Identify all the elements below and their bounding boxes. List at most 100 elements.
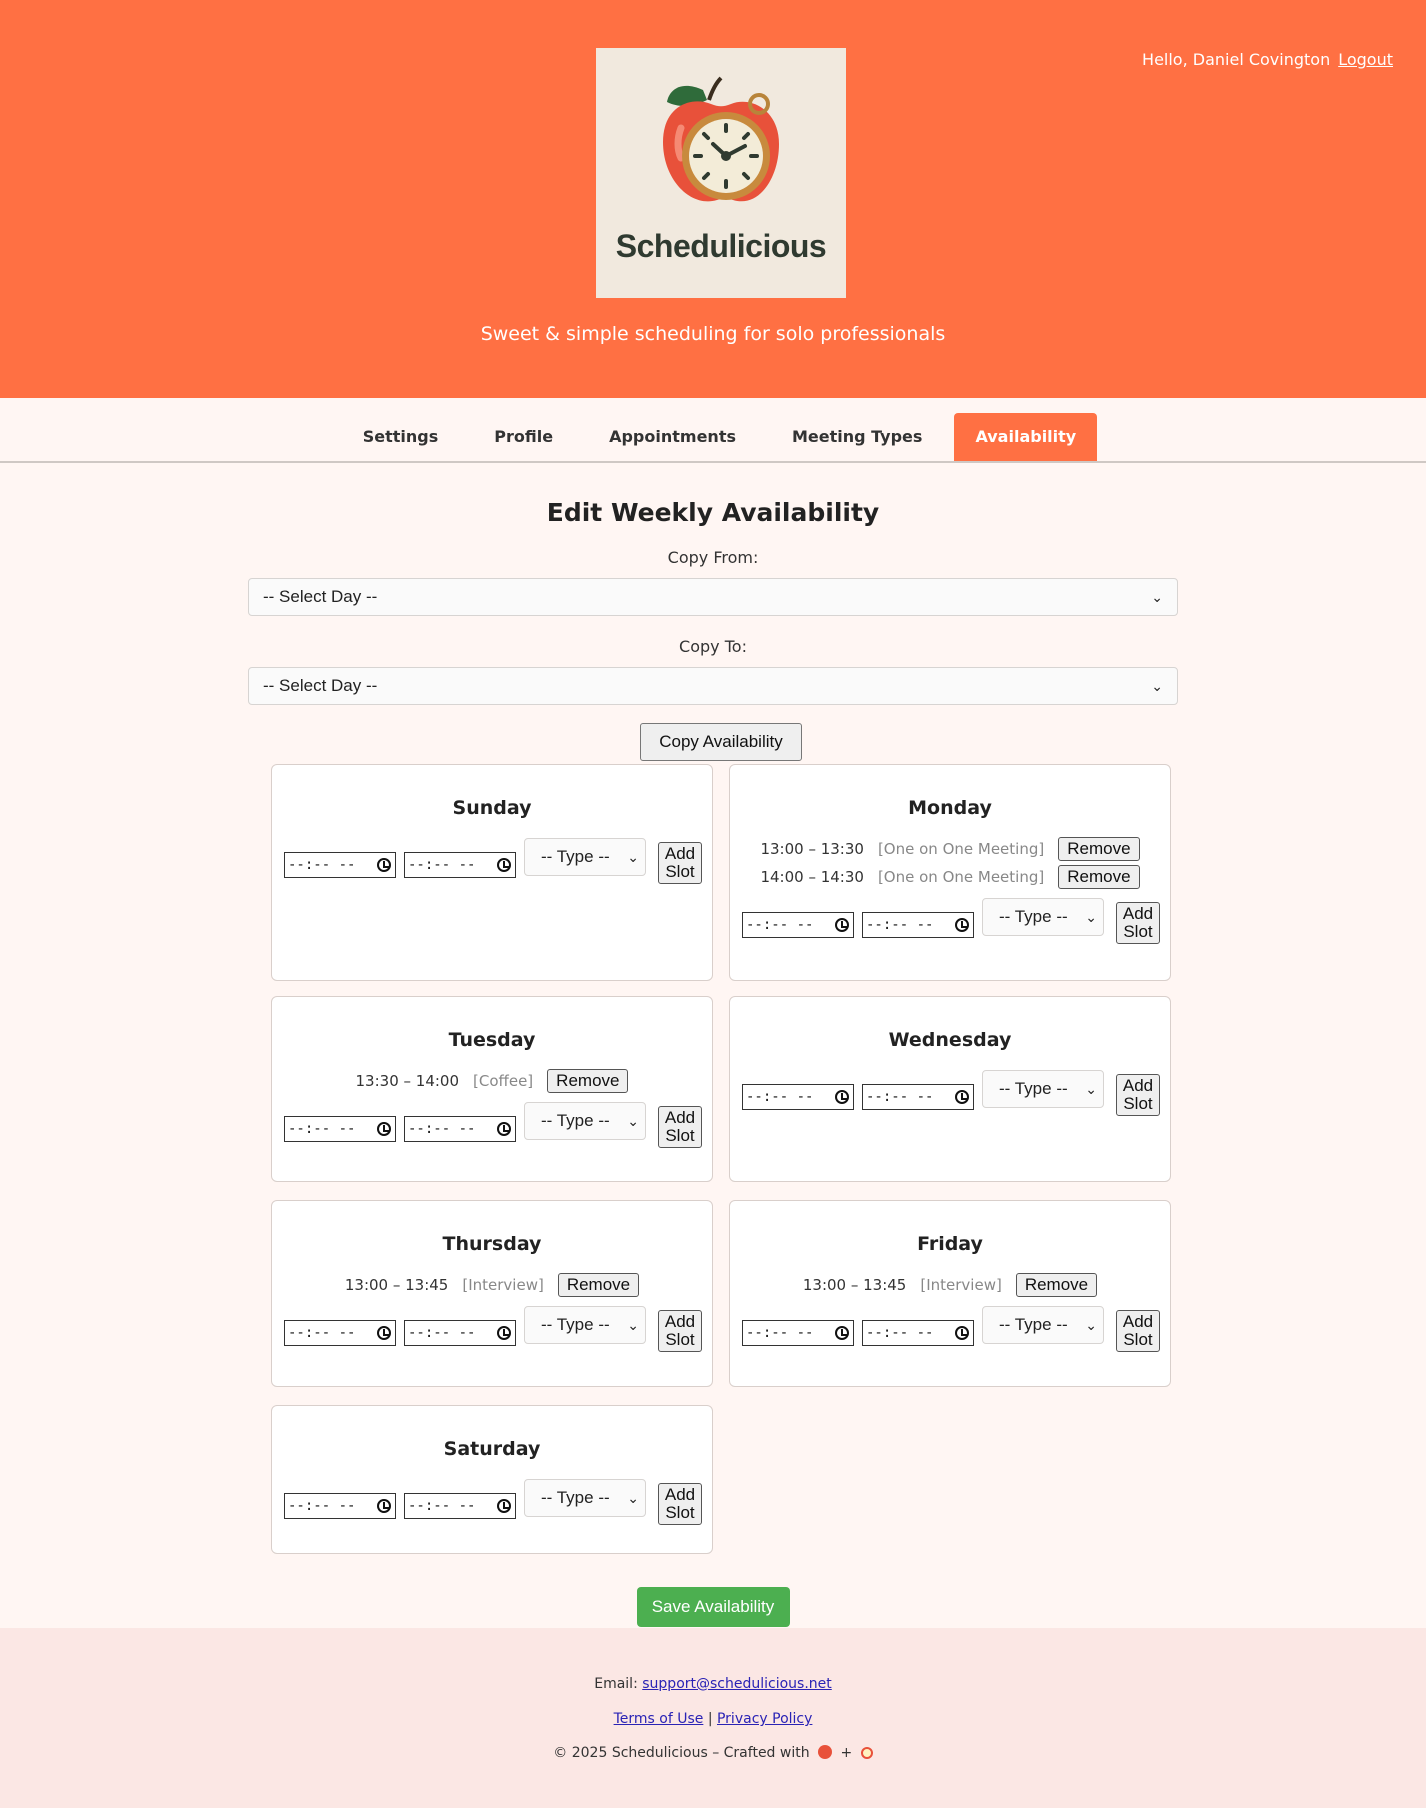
privacy-link[interactable]: Privacy Policy — [717, 1711, 812, 1727]
terms-link[interactable]: Terms of Use — [614, 1711, 704, 1727]
remove-slot-button[interactable]: Remove — [547, 1069, 629, 1093]
type-select-value: -- Type -- — [541, 847, 610, 866]
start-time-input[interactable]: --:-- -- — [742, 1084, 854, 1110]
clock-icon — [497, 858, 511, 872]
slot-type: [Interview] — [462, 1276, 544, 1294]
meeting-type-select[interactable]: -- Type -- ⌄ — [982, 1070, 1104, 1108]
add-slot-controls: --:-- -- --:-- -- -- Type -- ⌄ Add Slot — [742, 1070, 1160, 1116]
copy-availability-button[interactable]: Copy Availability — [640, 723, 802, 761]
copy-from-select[interactable]: -- Select Day -- ⌄ — [248, 578, 1178, 616]
remove-slot-button[interactable]: Remove — [1058, 865, 1140, 889]
add-slot-label-1: Add — [1122, 1312, 1154, 1331]
footer-links: Terms of Use | Privacy Policy — [0, 1711, 1426, 1727]
greeting-text: Hello, Daniel Covington — [1142, 50, 1331, 69]
slot-row: 13:30 – 14:00 [Coffee] Remove — [272, 1069, 712, 1093]
chevron-down-icon: ⌄ — [627, 1112, 639, 1129]
end-time-input[interactable]: --:-- -- — [862, 1320, 974, 1346]
slot-row: 14:00 – 14:30 [One on One Meeting] Remove — [730, 865, 1170, 889]
start-time-placeholder: --:-- -- — [288, 1121, 356, 1137]
add-slot-label-2: Slot — [665, 1126, 695, 1145]
clock-icon — [377, 1499, 391, 1513]
type-select-value: -- Type -- — [999, 1079, 1068, 1098]
slot-time: 13:00 – 13:30 — [760, 840, 864, 858]
tab-appointments[interactable]: Appointments — [585, 413, 760, 461]
add-slot-label-2: Slot — [665, 862, 695, 881]
add-slot-button[interactable]: Add Slot — [1116, 1310, 1160, 1352]
chevron-down-icon: ⌄ — [627, 1316, 639, 1333]
type-select-value: -- Type -- — [541, 1488, 610, 1507]
slot-type: [Coffee] — [473, 1072, 534, 1090]
remove-slot-button[interactable]: Remove — [1058, 837, 1140, 861]
start-time-placeholder: --:-- -- — [746, 1089, 814, 1105]
tab-profile[interactable]: Profile — [470, 413, 577, 461]
add-slot-label-2: Slot — [665, 1330, 695, 1349]
end-time-input[interactable]: --:-- -- — [404, 1320, 516, 1346]
add-slot-button[interactable]: Add Slot — [658, 842, 702, 884]
meeting-type-select[interactable]: -- Type -- ⌄ — [524, 838, 646, 876]
end-time-input[interactable]: --:-- -- — [862, 1084, 974, 1110]
apple-icon — [818, 1745, 833, 1759]
slot-time: 13:00 – 13:45 — [802, 1276, 907, 1294]
tab-availability[interactable]: Availability — [954, 413, 1098, 461]
clock-icon — [377, 1326, 391, 1340]
logo-text: Schedulicious — [615, 228, 827, 264]
end-time-placeholder: --:-- -- — [866, 917, 934, 933]
slot-time: 13:00 – 13:45 — [344, 1276, 449, 1294]
tab-settings[interactable]: Settings — [339, 413, 463, 461]
logout-link[interactable]: Logout — [1338, 50, 1393, 69]
save-availability-button[interactable]: Save Availability — [636, 1587, 790, 1627]
end-time-input[interactable]: --:-- -- — [862, 912, 974, 938]
start-time-input[interactable]: --:-- -- — [284, 852, 396, 878]
start-time-input[interactable]: --:-- -- — [284, 1493, 396, 1519]
copy-to-select[interactable]: -- Select Day -- ⌄ — [248, 667, 1178, 705]
chevron-down-icon: ⌄ — [1151, 677, 1163, 694]
meeting-type-select[interactable]: -- Type -- ⌄ — [524, 1479, 646, 1517]
clock-icon — [955, 1326, 969, 1340]
type-select-value: -- Type -- — [541, 1111, 610, 1130]
day-title: Friday — [917, 1233, 983, 1255]
clock-icon — [377, 858, 391, 872]
add-slot-button[interactable]: Add Slot — [658, 1310, 702, 1352]
type-select-value: -- Type -- — [999, 1315, 1068, 1334]
add-slot-button[interactable]: Add Slot — [1116, 1074, 1160, 1116]
main-nav: Settings Profile Appointments Meeting Ty… — [0, 398, 1426, 463]
start-time-input[interactable]: --:-- -- — [742, 1320, 854, 1346]
clock-icon — [497, 1499, 511, 1513]
remove-slot-button[interactable]: Remove — [1015, 1273, 1098, 1297]
clock-icon — [835, 1326, 849, 1340]
type-select-value: -- Type -- — [541, 1315, 610, 1334]
end-time-input[interactable]: --:-- -- — [404, 1493, 516, 1519]
meeting-type-select[interactable]: -- Type -- ⌄ — [982, 898, 1104, 936]
add-slot-button[interactable]: Add Slot — [658, 1106, 702, 1148]
end-time-input[interactable]: --:-- -- — [404, 852, 516, 878]
slot-type: [Interview] — [920, 1276, 1002, 1294]
slot-row: 13:00 – 13:30 [One on One Meeting] Remove — [730, 837, 1170, 861]
apple-clock-icon — [663, 76, 779, 202]
slot-type: [One on One Meeting] — [877, 840, 1045, 858]
start-time-input[interactable]: --:-- -- — [284, 1116, 396, 1142]
add-slot-label-2: Slot — [665, 1503, 695, 1522]
remove-slot-button[interactable]: Remove — [557, 1273, 640, 1297]
copy-from-value: -- Select Day -- — [263, 587, 378, 606]
add-slot-label-1: Add — [664, 1108, 696, 1127]
alarm-clock-icon — [860, 1747, 873, 1759]
start-time-input[interactable]: --:-- -- — [742, 912, 854, 938]
end-time-placeholder: --:-- -- — [408, 1325, 476, 1341]
tagline: Sweet & simple scheduling for solo profe… — [480, 323, 946, 345]
add-slot-label-2: Slot — [1123, 1094, 1153, 1113]
end-time-input[interactable]: --:-- -- — [404, 1116, 516, 1142]
add-slot-button[interactable]: Add Slot — [1116, 902, 1160, 944]
add-slot-controls: --:-- -- --:-- -- -- Type -- ⌄ Add Slot — [284, 1479, 702, 1525]
support-email-link[interactable]: support@schedulicious.net — [642, 1676, 832, 1692]
chevron-down-icon: ⌄ — [1151, 588, 1163, 605]
slot-time: 14:00 – 14:30 — [760, 868, 864, 886]
add-slot-button[interactable]: Add Slot — [658, 1483, 702, 1525]
meeting-type-select[interactable]: -- Type -- ⌄ — [524, 1306, 646, 1344]
day-title: Wednesday — [888, 1029, 1012, 1051]
add-slot-controls: --:-- -- --:-- -- -- Type -- ⌄ Add Slot — [742, 898, 1160, 944]
tab-meeting-types[interactable]: Meeting Types — [768, 413, 946, 461]
footer: Email: support@schedulicious.net Terms o… — [0, 1628, 1426, 1808]
start-time-input[interactable]: --:-- -- — [284, 1320, 396, 1346]
meeting-type-select[interactable]: -- Type -- ⌄ — [982, 1306, 1104, 1344]
meeting-type-select[interactable]: -- Type -- ⌄ — [524, 1102, 646, 1140]
